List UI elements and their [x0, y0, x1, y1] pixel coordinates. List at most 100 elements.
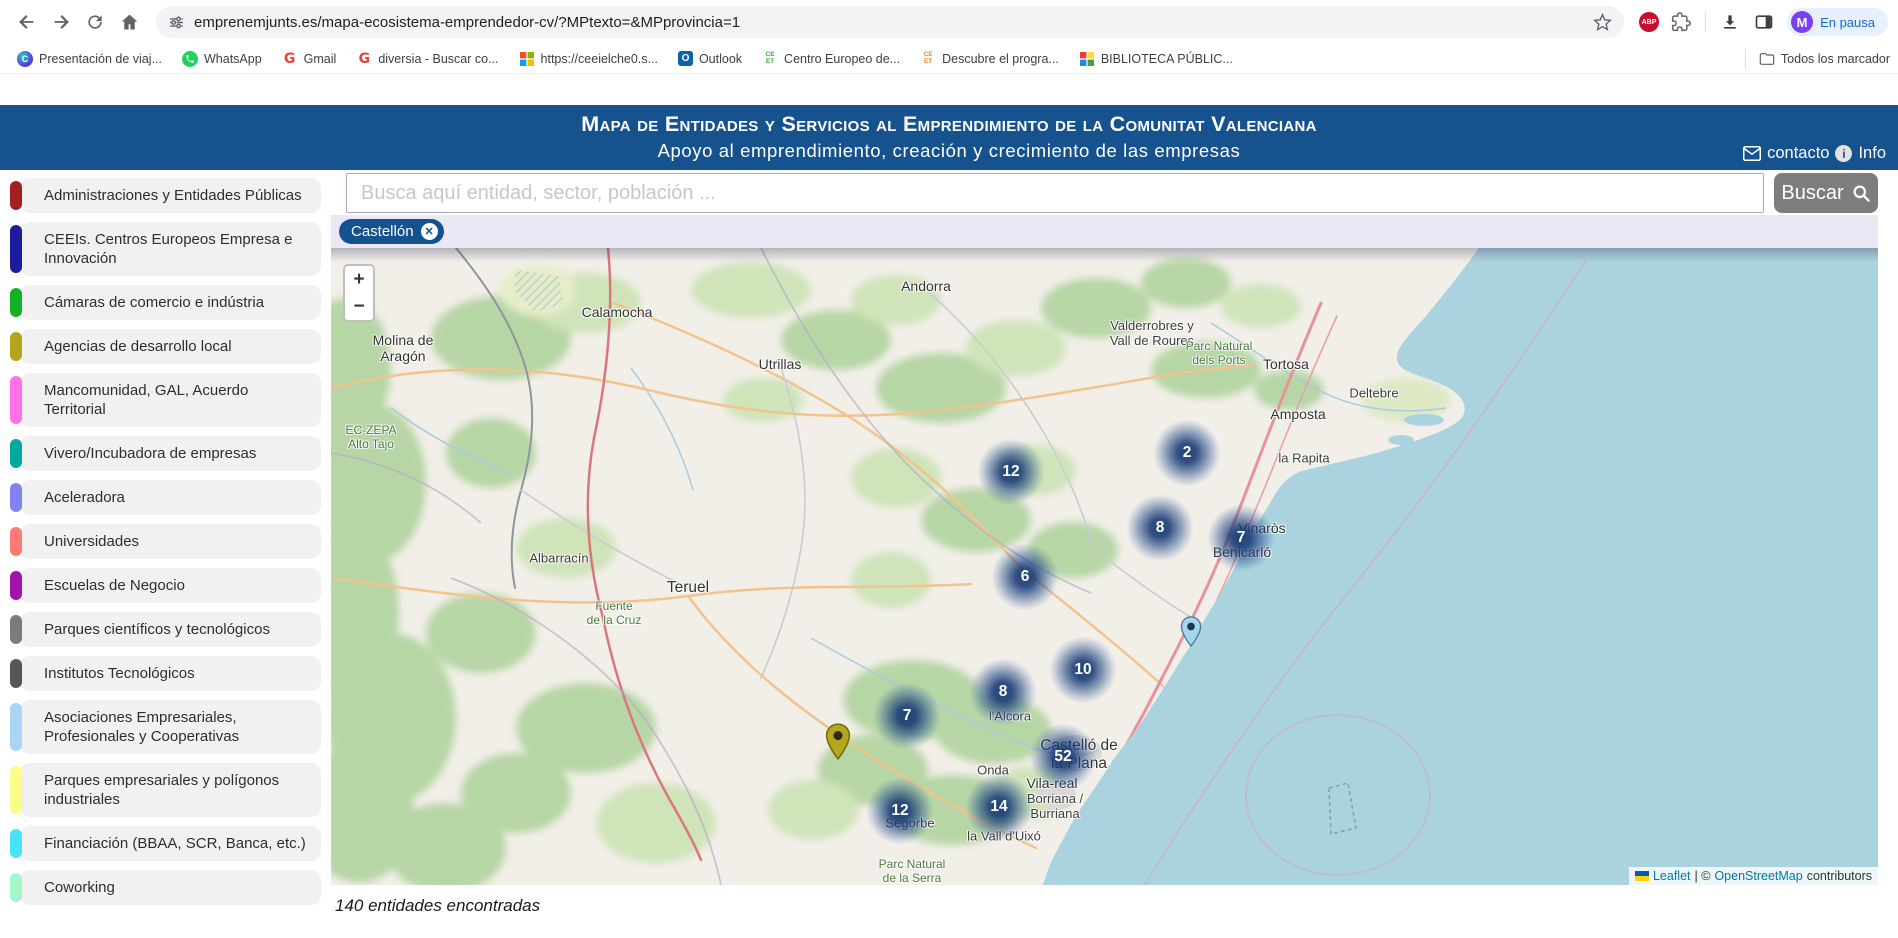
category-label: Agencias de desarrollo local — [20, 329, 321, 364]
active-filters-bar: Castellón ✕ — [331, 215, 1878, 248]
page-subtitle: Apoyo al emprendimiento, creación y crec… — [0, 140, 1898, 162]
map-canvas[interactable] — [331, 248, 1878, 885]
entity-pin[interactable] — [1180, 616, 1202, 652]
mail-icon — [1743, 146, 1761, 161]
sidebar-category-item[interactable]: Parques empresariales y polígonos indust… — [10, 763, 321, 817]
home-button[interactable] — [112, 5, 146, 39]
category-color-pill — [10, 873, 22, 902]
sidebar-category-item[interactable]: Cámaras de comercio e indústria — [10, 285, 321, 320]
puzzle-icon — [1671, 12, 1691, 32]
sidebar-category-item[interactable]: Institutos Tecnológicos — [10, 656, 321, 691]
ukraine-flag-icon — [1635, 871, 1649, 881]
adblock-extension-icon[interactable]: ABP — [1639, 12, 1659, 32]
extensions-icon[interactable] — [1664, 5, 1698, 39]
info-link[interactable]: Info — [1858, 144, 1886, 163]
bookmark-label: Outlook — [699, 52, 742, 66]
sidebar-category-item[interactable]: Mancomunidad, GAL, Acuerdo Territorial — [10, 373, 321, 427]
zoom-in-button[interactable]: + — [345, 266, 373, 293]
osm-link[interactable]: OpenStreetMap — [1714, 869, 1802, 883]
category-color-pill — [10, 766, 22, 814]
zoom-out-button[interactable]: − — [345, 293, 373, 320]
category-color-pill — [10, 571, 22, 600]
map-cluster-marker[interactable]: 7 — [1207, 504, 1275, 572]
map-cluster-marker[interactable]: 52 — [1029, 723, 1097, 791]
selected-entity-pin[interactable] — [825, 723, 851, 765]
site-header: Mapa de Entidades y Servicios al Emprend… — [0, 105, 1898, 170]
bookmark-item[interactable]: https://ceeielche0.s... — [510, 48, 667, 70]
contact-link[interactable]: contacto — [1767, 144, 1829, 163]
category-sidebar: Administraciones y Entidades Públicas CEE… — [0, 170, 331, 922]
all-bookmarks[interactable]: Todos los marcador — [1738, 49, 1890, 69]
sidebar-category-item[interactable]: Escuelas de Negocio — [10, 568, 321, 603]
leaflet-link[interactable]: Leaflet — [1653, 869, 1691, 883]
whatsapp-favicon-icon — [182, 51, 198, 67]
sidebar-category-item[interactable]: Universidades — [10, 524, 321, 559]
profile-chip[interactable]: M En pausa — [1787, 8, 1888, 36]
category-label: Administraciones y Entidades Públicas — [20, 178, 321, 213]
search-icon — [1852, 184, 1871, 203]
bookmark-item[interactable]: BIBLIOTECA PÚBLIC... — [1070, 48, 1242, 70]
sidebar-category-item[interactable]: CEEIs. Centros Europeos Empresa e Innova… — [10, 222, 321, 276]
filter-tag-castellon[interactable]: Castellón ✕ — [339, 219, 444, 244]
reload-button[interactable] — [78, 5, 112, 39]
canva-favicon-icon: C — [17, 51, 33, 67]
bookmarks-divider — [1745, 49, 1746, 69]
bookmark-item[interactable]: C Presentación de viaj... — [8, 48, 171, 70]
browser-toolbar: emprenemjunts.es/mapa-ecosistema-emprend… — [0, 0, 1898, 44]
bookmarks-bar: C Presentación de viaj... WhatsAppGGmailGd… — [0, 44, 1898, 74]
map-cluster-marker[interactable]: 12 — [866, 777, 934, 845]
bookmark-item[interactable]: WhatsApp — [173, 48, 271, 70]
category-label: Parques científicos y tecnológicos — [20, 612, 321, 647]
bookmark-label: BIBLIOTECA PÚBLIC... — [1101, 52, 1233, 66]
map-cluster-marker[interactable]: 10 — [1049, 636, 1117, 704]
filter-tag-label: Castellón — [351, 223, 414, 240]
map-cluster-marker[interactable]: 7 — [873, 682, 941, 750]
sidebar-category-item[interactable]: Administraciones y Entidades Públicas — [10, 178, 321, 213]
category-label: Financiación (BBAA, SCR, Banca, etc.) — [20, 826, 321, 861]
address-bar[interactable]: emprenemjunts.es/mapa-ecosistema-emprend… — [156, 6, 1624, 38]
map[interactable]: Molina de AragónCalamochaAndorraUtrillas… — [331, 248, 1878, 885]
bookmark-star-icon[interactable] — [1593, 13, 1612, 32]
forward-arrow-icon — [50, 11, 72, 33]
sidebar-category-item[interactable]: Aceleradora — [10, 480, 321, 515]
sidebar-category-item[interactable]: Vivero/Incubadora de empresas — [10, 436, 321, 471]
map-cluster-marker[interactable]: 2 — [1153, 419, 1221, 487]
ceet-green-favicon-icon: CEET — [762, 51, 778, 67]
info-icon: i — [1835, 145, 1852, 162]
remove-filter-icon[interactable]: ✕ — [421, 223, 438, 240]
map-cluster-marker[interactable]: 12 — [977, 438, 1045, 506]
map-cluster-marker[interactable]: 8 — [1126, 494, 1194, 562]
forward-button[interactable] — [44, 5, 78, 39]
home-icon — [119, 12, 140, 33]
category-color-pill — [10, 615, 22, 644]
side-panel-button[interactable] — [1747, 5, 1781, 39]
bookmark-item[interactable]: Gdiversia - Buscar co... — [347, 48, 507, 70]
map-cluster-marker[interactable]: 14 — [965, 773, 1033, 841]
url-text: emprenemjunts.es/mapa-ecosistema-emprend… — [194, 14, 1593, 31]
bookmark-item[interactable]: O Outlook — [669, 48, 751, 69]
site-info-icon[interactable] — [168, 14, 185, 31]
search-input[interactable] — [346, 173, 1764, 213]
bookmark-item[interactable]: CEETDescubre el progra... — [911, 48, 1068, 70]
back-button[interactable] — [10, 5, 44, 39]
bookmark-item[interactable]: GGmail — [273, 48, 346, 70]
map-cluster-marker[interactable]: 8 — [969, 658, 1037, 726]
map-cluster-marker[interactable]: 6 — [991, 543, 1059, 611]
sidebar-category-item[interactable]: Agencias de desarrollo local — [10, 329, 321, 364]
sidebar-category-item[interactable]: Parques científicos y tecnológicos — [10, 612, 321, 647]
results-count: 140 entidades encontradas — [331, 885, 1878, 916]
google-favicon-icon: G — [356, 51, 372, 67]
sidebar-category-item[interactable]: Coworking — [10, 870, 321, 905]
page-title: Mapa de Entidades y Servicios al Emprend… — [0, 105, 1898, 137]
bookmark-item[interactable]: CEETCentro Europeo de... — [753, 48, 909, 70]
sidebar-category-item[interactable]: Asociaciones Empresariales, Profesionale… — [10, 700, 321, 754]
browser-chrome: emprenemjunts.es/mapa-ecosistema-emprend… — [0, 0, 1898, 74]
search-button[interactable]: Buscar — [1774, 173, 1878, 213]
header-links: contacto i Info — [1743, 144, 1886, 163]
avatar: M — [1791, 11, 1813, 33]
bookmark-label: Presentación de viaj... — [39, 52, 162, 66]
search-button-label: Buscar — [1781, 182, 1843, 205]
outlook-favicon-icon: O — [678, 51, 693, 66]
sidebar-category-item[interactable]: Financiación (BBAA, SCR, Banca, etc.) — [10, 826, 321, 861]
downloads-button[interactable] — [1713, 5, 1747, 39]
